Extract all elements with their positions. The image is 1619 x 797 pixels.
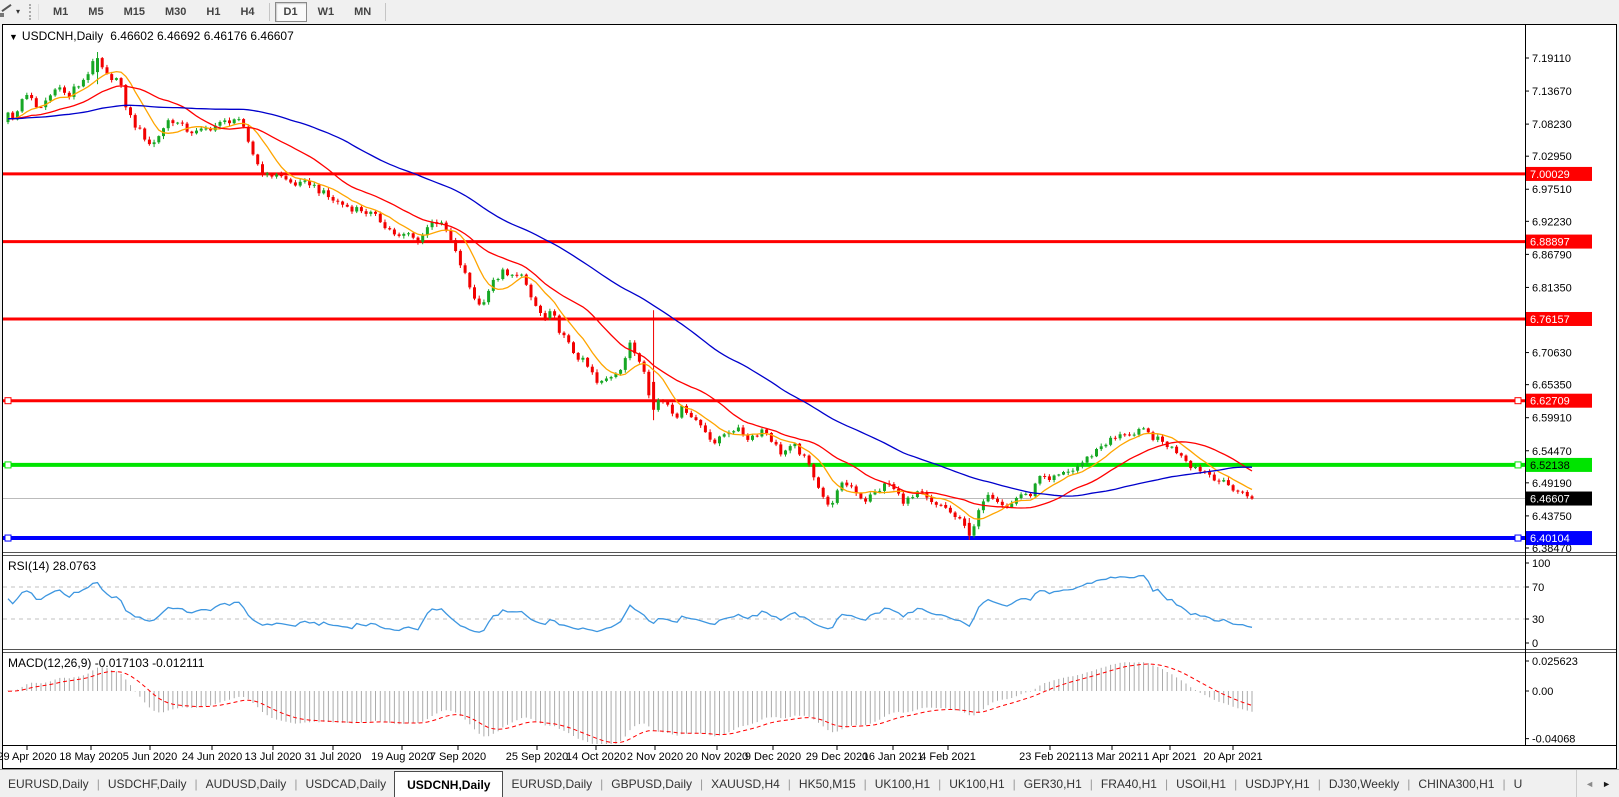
chart-tab-UK100-H1[interactable]: UK100,H1 xyxy=(941,770,1012,797)
svg-text:6.70630: 6.70630 xyxy=(1532,348,1572,360)
timeframe-button-group: M1 M5 M15 M30 H1 H4 D1 W1 MN xyxy=(43,1,390,22)
svg-text:1 Apr 2021: 1 Apr 2021 xyxy=(1143,751,1196,763)
svg-text:19 Aug 2020: 19 Aug 2020 xyxy=(371,751,433,763)
svg-text:70: 70 xyxy=(1532,582,1544,594)
svg-text:5 Jun 2020: 5 Jun 2020 xyxy=(123,751,177,763)
svg-text:6.49190: 6.49190 xyxy=(1532,478,1572,490)
chevron-down-icon[interactable]: ▾ xyxy=(16,7,20,16)
svg-text:18 May 2020: 18 May 2020 xyxy=(59,751,123,763)
svg-text:30: 30 xyxy=(1532,614,1544,626)
svg-text:31 Jul 2020: 31 Jul 2020 xyxy=(305,751,362,763)
svg-text:2 Nov 2020: 2 Nov 2020 xyxy=(627,751,683,763)
svg-text:100: 100 xyxy=(1532,558,1550,570)
svg-text:24 Jun 2020: 24 Jun 2020 xyxy=(182,751,243,763)
svg-text:16 Jan 2021: 16 Jan 2021 xyxy=(863,751,924,763)
timeframe-button-H1[interactable]: H1 xyxy=(197,2,229,22)
chart-tab-EURUSD-Daily[interactable]: EURUSD,Daily xyxy=(0,770,97,797)
svg-text:6.43750: 6.43750 xyxy=(1532,511,1572,523)
svg-text:14 Oct 2020: 14 Oct 2020 xyxy=(566,751,626,763)
timeframe-button-M5[interactable]: M5 xyxy=(79,2,112,22)
hline-handle-left[interactable] xyxy=(4,397,12,405)
toolbar-separator xyxy=(268,2,270,21)
chart-tab-USDCAD-Daily[interactable]: USDCAD,Daily xyxy=(297,770,394,797)
chart-tab-USDCNH-Daily[interactable]: USDCNH,Daily xyxy=(394,771,504,797)
svg-text:6.40104: 6.40104 xyxy=(1530,533,1570,545)
timeframe-button-M1[interactable]: M1 xyxy=(44,2,77,22)
svg-text:6.86790: 6.86790 xyxy=(1532,249,1572,261)
chart-tab-AUDUSD-Daily[interactable]: AUDUSD,Daily xyxy=(198,770,295,797)
svg-text:7.02950: 7.02950 xyxy=(1532,151,1572,163)
chart-tab-GER30-H1[interactable]: GER30,H1 xyxy=(1016,770,1090,797)
svg-text:29 Apr 2020: 29 Apr 2020 xyxy=(0,751,57,763)
toolbar-grip[interactable] xyxy=(29,3,40,20)
svg-text:7.08230: 7.08230 xyxy=(1532,119,1572,131)
chart-tab-USDCHF-Daily[interactable]: USDCHF,Daily xyxy=(100,770,195,797)
chart-tab-FRA40-H1[interactable]: FRA40,H1 xyxy=(1093,770,1165,797)
chart-tab-UK100-H1[interactable]: UK100,H1 xyxy=(867,770,938,797)
chart-tab-CHINA300-H1[interactable]: CHINA300,H1 xyxy=(1410,770,1502,797)
chart-tab-EURUSD-Daily[interactable]: EURUSD,Daily xyxy=(503,770,600,797)
svg-text:0: 0 xyxy=(1532,638,1538,650)
svg-text:6.59910: 6.59910 xyxy=(1532,413,1572,425)
chart-tabs: EURUSD,Daily | USDCHF,Daily | AUDUSD,Daily | U… xyxy=(0,770,1576,797)
svg-text:-0.04068: -0.04068 xyxy=(1532,734,1575,746)
chart-tab-USDJPY-H1[interactable]: USDJPY,H1 xyxy=(1237,770,1317,797)
timeframe-button-MN[interactable]: MN xyxy=(345,2,380,22)
timeframe-button-W1[interactable]: W1 xyxy=(309,2,344,22)
scroll-tabs-right-icon[interactable]: ► xyxy=(1602,779,1611,789)
hline-handle-right[interactable] xyxy=(1514,534,1522,542)
chart-tab-DJ30-Weekly[interactable]: DJ30,Weekly xyxy=(1321,770,1407,797)
price-chart-canvas[interactable]: 7.19110 7.13670 7.08230 7.02950 6.97510 6.922… xyxy=(0,0,1619,769)
draw-tool-button[interactable]: ▾ xyxy=(0,3,25,20)
svg-text:6.97510: 6.97510 xyxy=(1532,184,1572,196)
svg-text:29 Dec 2020: 29 Dec 2020 xyxy=(806,751,868,763)
hline-handle-left[interactable] xyxy=(4,534,12,542)
chart-tab-XAUUSD-H4[interactable]: XAUUSD,H4 xyxy=(703,770,788,797)
timeframe-button-H4[interactable]: H4 xyxy=(231,2,263,22)
svg-text:7.19110: 7.19110 xyxy=(1532,53,1571,65)
svg-text:6.46607: 6.46607 xyxy=(1530,494,1570,506)
chart-background xyxy=(2,24,1617,768)
chart-tab-U[interactable]: U xyxy=(1506,770,1531,797)
svg-text:25 Sep 2020: 25 Sep 2020 xyxy=(506,751,568,763)
scroll-tabs-left-icon[interactable]: ◄ xyxy=(1585,779,1594,789)
svg-text:6.62709: 6.62709 xyxy=(1530,396,1570,408)
svg-text:6.88897: 6.88897 xyxy=(1530,237,1570,249)
draw-tool-icon xyxy=(0,5,13,18)
svg-text:6.81350: 6.81350 xyxy=(1532,282,1572,294)
svg-text:13 Mar 2021: 13 Mar 2021 xyxy=(1081,751,1143,763)
timeframe-button-D1[interactable]: D1 xyxy=(274,1,307,22)
svg-text:23 Feb 2021: 23 Feb 2021 xyxy=(1019,751,1081,763)
svg-text:13 Jul 2020: 13 Jul 2020 xyxy=(245,751,302,763)
svg-text:0.025623: 0.025623 xyxy=(1532,656,1578,668)
svg-text:6.54470: 6.54470 xyxy=(1532,446,1572,458)
chart-tab-bar: EURUSD,Daily | USDCHF,Daily | AUDUSD,Daily | U… xyxy=(0,769,1619,797)
svg-text:6.76157: 6.76157 xyxy=(1530,314,1570,326)
svg-text:4 Feb 2021: 4 Feb 2021 xyxy=(920,751,976,763)
svg-text:9 Dec 2020: 9 Dec 2020 xyxy=(745,751,801,763)
hline-handle-left[interactable] xyxy=(4,461,12,469)
svg-text:7.00029: 7.00029 xyxy=(1530,169,1570,181)
timeframe-button-M30[interactable]: M30 xyxy=(156,2,195,22)
svg-text:7 Sep 2020: 7 Sep 2020 xyxy=(430,751,486,763)
svg-text:6.92230: 6.92230 xyxy=(1532,216,1572,228)
timeframe-button-M15[interactable]: M15 xyxy=(115,2,154,22)
chart-tab-USOil-H1[interactable]: USOil,H1 xyxy=(1168,770,1234,797)
svg-text:6.52138: 6.52138 xyxy=(1530,460,1570,472)
svg-text:0.00: 0.00 xyxy=(1532,686,1553,698)
svg-text:20 Nov 2020: 20 Nov 2020 xyxy=(686,751,748,763)
toolbar: ▾ M1 M5 M15 M30 H1 H4 D1 W1 MN xyxy=(0,0,1619,23)
hline-handle-right[interactable] xyxy=(1514,461,1522,469)
svg-text:20 Apr 2021: 20 Apr 2021 xyxy=(1203,751,1262,763)
hline-handle-right[interactable] xyxy=(1514,397,1522,405)
svg-text:6.65350: 6.65350 xyxy=(1532,380,1572,392)
chart-tab-HK50-M15[interactable]: HK50,M15 xyxy=(791,770,864,797)
tab-scroll-buttons: ◄ ► xyxy=(1576,770,1619,797)
chart-tab-GBPUSD-Daily[interactable]: GBPUSD,Daily xyxy=(603,770,700,797)
toolbar-separator xyxy=(385,2,387,21)
svg-text:7.13670: 7.13670 xyxy=(1532,86,1572,98)
